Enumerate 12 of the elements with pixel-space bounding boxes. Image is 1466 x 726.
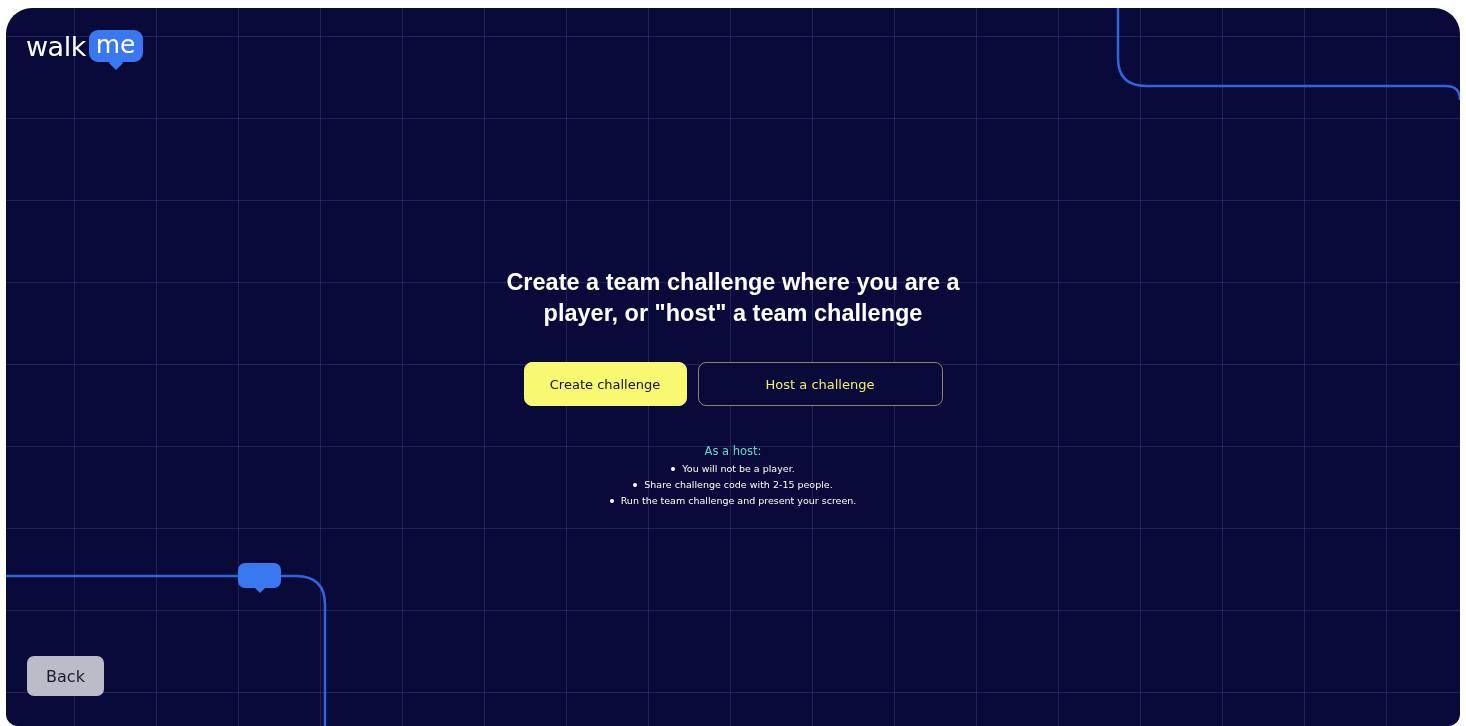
challenge-button[interactable]: Host a challenge bbox=[697, 362, 943, 406]
host-info-item: Run the team challenge and present your screen. bbox=[620, 494, 857, 508]
host-info-title: As a host: bbox=[704, 444, 762, 458]
page-heading: Create a team challenge where you are a player, or "host" a team challenge bbox=[505, 268, 961, 328]
bullet-icon bbox=[633, 483, 638, 487]
host-info-item: Share challenge code with 2-15 people. bbox=[644, 478, 833, 492]
challenge-button[interactable]: Create challenge bbox=[523, 362, 687, 406]
logo-text: walk bbox=[26, 32, 86, 60]
bullet-icon bbox=[671, 467, 676, 471]
back-button[interactable]: Back bbox=[27, 656, 104, 696]
bullet-icon bbox=[609, 499, 614, 503]
host-info-item: You will not be a player. bbox=[682, 462, 795, 476]
